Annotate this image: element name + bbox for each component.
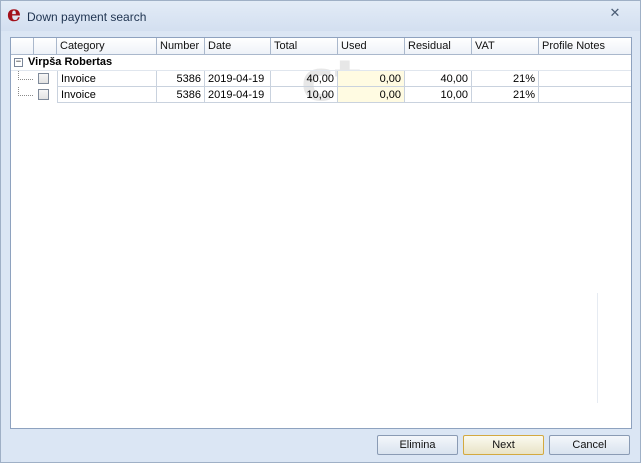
cell-profile-notes (539, 71, 631, 87)
cell-total: 10,00 (271, 87, 338, 103)
window-title: Down payment search (27, 10, 147, 24)
cell-number: 5386 (157, 71, 205, 87)
group-row[interactable]: − Virpša Robertas (11, 55, 631, 71)
cell-profile-notes (539, 87, 631, 103)
close-icon[interactable]: ✕ (608, 7, 622, 21)
row-checkbox[interactable] (38, 73, 49, 84)
cancel-button[interactable]: Cancel (549, 435, 630, 455)
cell-vat: 21% (472, 87, 539, 103)
header-vat[interactable]: VAT (472, 38, 539, 54)
cell-residual: 10,00 (405, 87, 472, 103)
app-logo-icon: e (7, 1, 21, 27)
tree-connector (18, 71, 33, 80)
button-bar: Elimina Next Cancel (1, 429, 640, 462)
grid-header: Category Number Date Total Used Residual… (11, 38, 631, 55)
header-date[interactable]: Date (205, 38, 271, 54)
tree-connector (18, 87, 33, 96)
header-number[interactable]: Number (157, 38, 205, 54)
cell-used[interactable]: 0,00 (338, 87, 405, 103)
header-residual[interactable]: Residual (405, 38, 472, 54)
row-checkbox[interactable] (38, 89, 49, 100)
header-used[interactable]: Used (338, 38, 405, 54)
cell-number: 5386 (157, 87, 205, 103)
elimina-button[interactable]: Elimina (377, 435, 458, 455)
header-category[interactable]: Category (57, 38, 157, 54)
grid-divider (597, 293, 598, 403)
cell-residual: 40,00 (405, 71, 472, 87)
down-payment-grid: Category Number Date Total Used Residual… (10, 37, 632, 429)
dialog-window: e Down payment search ✕ Category Number … (0, 0, 641, 463)
group-label: Virpša Robertas (28, 56, 113, 68)
cell-category: Invoice (57, 71, 157, 87)
cell-total: 40,00 (271, 71, 338, 87)
header-total[interactable]: Total (271, 38, 338, 54)
cell-category: Invoice (57, 87, 157, 103)
header-expand-col (11, 38, 34, 54)
cell-date: 2019-04-19 (205, 71, 271, 87)
cell-used[interactable]: 0,00 (338, 71, 405, 87)
table-row[interactable]: Invoice 5386 2019-04-19 40,00 0,00 40,00… (11, 71, 631, 87)
next-button[interactable]: Next (463, 435, 544, 455)
table-row[interactable]: Invoice 5386 2019-04-19 10,00 0,00 10,00… (11, 87, 631, 103)
cell-vat: 21% (472, 71, 539, 87)
header-profile-notes[interactable]: Profile Notes (539, 38, 631, 54)
header-select-col (34, 38, 57, 54)
cell-date: 2019-04-19 (205, 87, 271, 103)
collapse-icon[interactable]: − (14, 58, 23, 67)
title-bar: e Down payment search ✕ (1, 1, 640, 31)
